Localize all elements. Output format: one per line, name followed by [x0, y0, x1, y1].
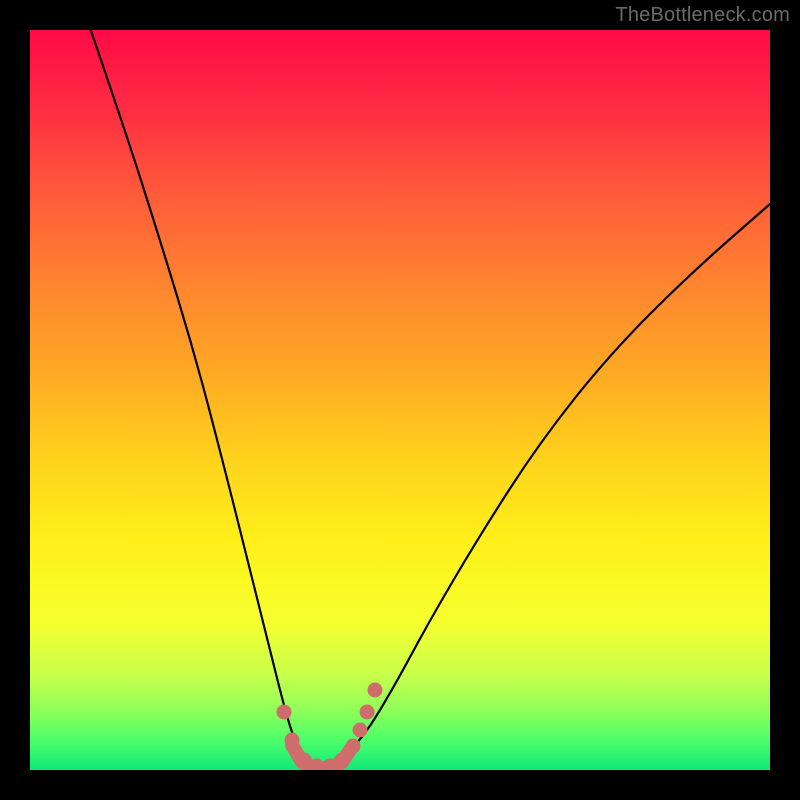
- marker-dot: [353, 723, 368, 738]
- marker-dot: [277, 705, 292, 720]
- marker-dot: [285, 733, 300, 748]
- marker-dot: [297, 753, 312, 768]
- marker-dot: [360, 705, 375, 720]
- marker-dot: [368, 683, 383, 698]
- curve-path: [91, 30, 770, 766]
- chart-frame: TheBottleneck.com: [0, 0, 800, 800]
- plot-area: [30, 30, 770, 770]
- marker-dot: [346, 739, 361, 754]
- watermark-text: TheBottleneck.com: [615, 4, 790, 27]
- marker-dot: [335, 753, 350, 768]
- bottleneck-curve: [30, 30, 770, 770]
